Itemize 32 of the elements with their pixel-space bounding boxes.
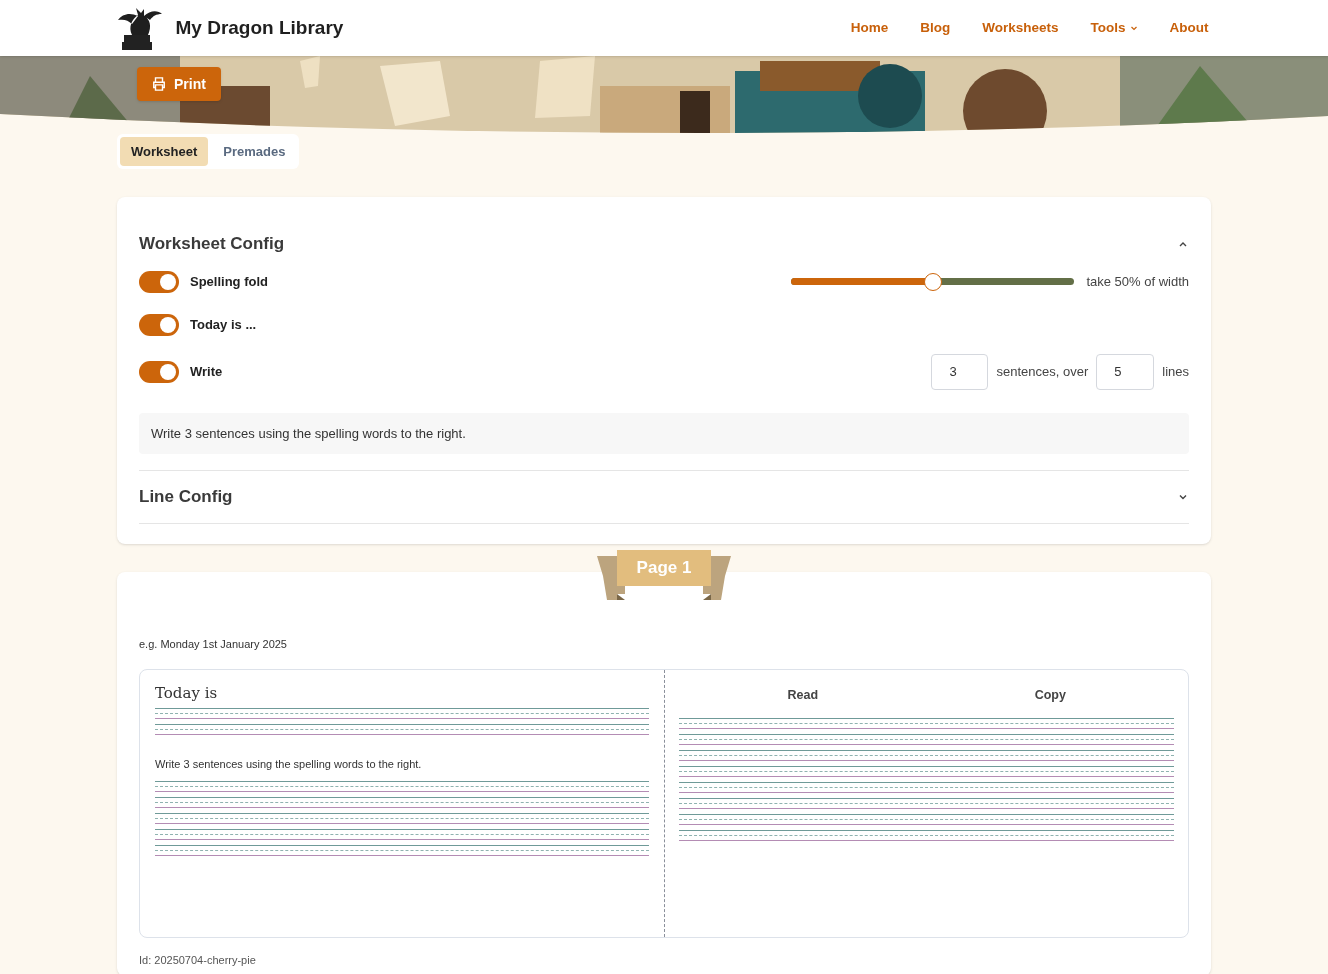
toggle-switch[interactable] (139, 271, 179, 293)
option-label: Spelling fold (190, 273, 268, 292)
slider-reading: take 50% of width (1086, 273, 1189, 292)
number-field[interactable]: 5 (1096, 353, 1155, 390)
nav-link[interactable]: Worksheets (982, 17, 1059, 39)
nav-link[interactable]: Tools (1090, 17, 1138, 39)
print-button[interactable]: Print (137, 67, 221, 101)
prompt-field[interactable]: Write 3 sentences using the spelling words to the right. (139, 412, 1189, 454)
nav-link[interactable]: About (1169, 17, 1209, 39)
tab[interactable]: Premades (212, 137, 297, 166)
page-ribbon: Page 1 (617, 550, 711, 586)
column-heading: Read (786, 686, 820, 704)
option-label: Today is ... (190, 316, 257, 335)
today-heading: Today is (155, 682, 219, 704)
toggle-switch[interactable] (139, 314, 179, 336)
site-title[interactable]: My Dragon Library (175, 13, 344, 43)
nav-link[interactable]: Home (850, 17, 889, 39)
nav-link[interactable]: Blog (920, 17, 951, 39)
toggle-switch[interactable] (139, 360, 179, 383)
number-field[interactable]: 3 (931, 353, 989, 390)
date-hint: e.g. Monday 1st January 2025 (139, 637, 288, 652)
field-label: sentences, over (996, 362, 1089, 381)
option-label: Write (190, 362, 223, 381)
slider-thumb[interactable] (923, 273, 942, 291)
worksheet-id: Id: 20250704-cherry-pie (139, 952, 257, 968)
column-heading: Copy (1033, 686, 1067, 704)
section-title[interactable]: Line Config (139, 484, 233, 510)
printer-icon (152, 77, 166, 91)
field-label: lines (1162, 362, 1189, 381)
tab[interactable]: Worksheet (120, 137, 209, 166)
write-instruction: Write 3 sentences using the spelling words to the right. (155, 757, 423, 772)
section-title: Worksheet Config (139, 233, 285, 255)
